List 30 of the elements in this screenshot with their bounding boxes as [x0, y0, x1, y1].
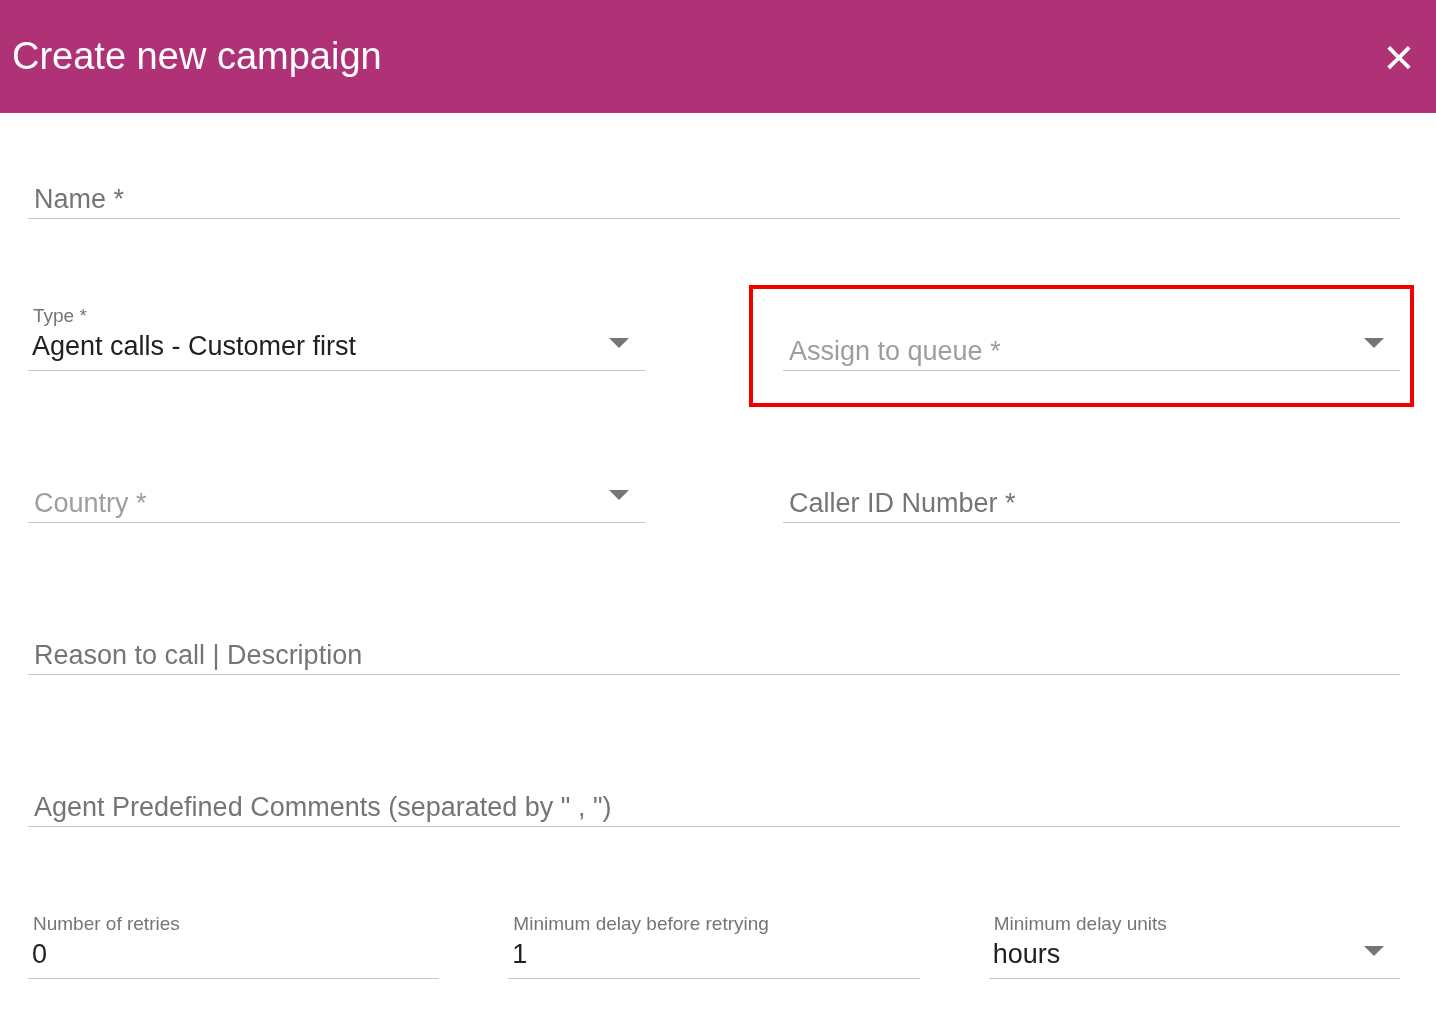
- dropdown-caret-icon: [609, 338, 629, 348]
- dropdown-caret-icon: [609, 490, 629, 500]
- input-field[interactable]: Caller ID Number *: [783, 443, 1400, 523]
- field-label: Country *: [33, 488, 147, 520]
- dialog-title: Create new campaign: [12, 35, 382, 78]
- input-field[interactable]: Name *: [28, 139, 1400, 219]
- input-field[interactable]: Agent Predefined Comments (separated by " , "): [28, 747, 1400, 827]
- dropdown-field[interactable]: Country *: [28, 443, 645, 523]
- close-button[interactable]: ×: [1379, 30, 1418, 83]
- dropdown-caret-icon: [1364, 946, 1384, 956]
- dropdown-field[interactable]: Assign to queue *: [783, 291, 1400, 371]
- field-label: Name *: [33, 184, 125, 216]
- field-label: Agent Predefined Comments (separated by " , "): [33, 792, 612, 824]
- field-label: Minimum delay units: [992, 913, 1167, 935]
- dropdown-field[interactable]: Type * Agent calls - Customer first: [28, 291, 645, 371]
- field-value: 0: [31, 939, 48, 971]
- field-label: Minimum delay before retrying: [512, 913, 769, 935]
- field-label: Caller ID Number *: [788, 488, 1016, 520]
- field-label: Reason to call | Description: [33, 640, 363, 672]
- dropdown-caret-icon: [1364, 338, 1384, 348]
- input-field[interactable]: Minimum delay before retrying 1: [508, 899, 920, 979]
- input-field[interactable]: Number of retries 0: [28, 899, 440, 979]
- field-value: 1: [511, 939, 528, 971]
- field-label: Type *: [32, 305, 87, 327]
- field-label: Assign to queue *: [788, 336, 1001, 368]
- field-value: hours: [991, 939, 1061, 971]
- dropdown-field[interactable]: Minimum delay units hours: [988, 899, 1400, 979]
- field-value: Agent calls - Customer first: [31, 331, 357, 363]
- input-field[interactable]: Reason to call | Description: [28, 595, 1400, 675]
- field-label: Number of retries: [32, 913, 180, 935]
